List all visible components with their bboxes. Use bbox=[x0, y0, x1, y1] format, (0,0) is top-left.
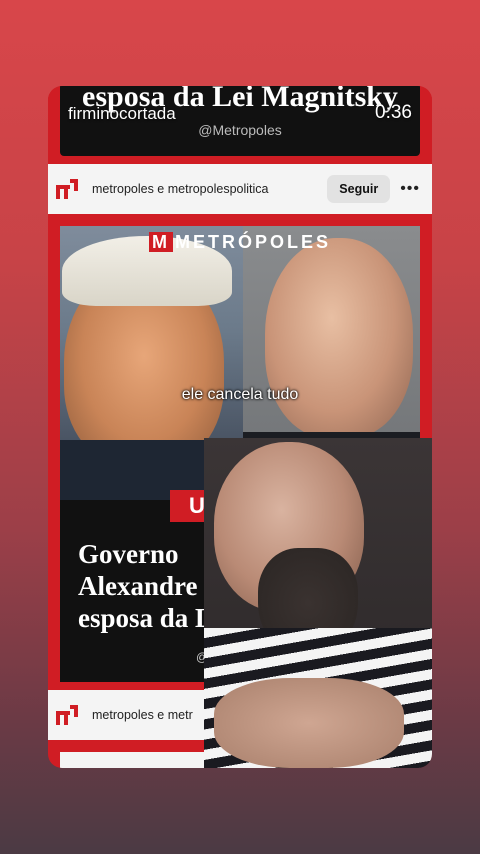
video-caption: ele cancela tudo bbox=[181, 386, 299, 403]
post-header: metropoles e metropolespolitica Seguir •… bbox=[48, 164, 432, 214]
metropoles-logo-icon[interactable] bbox=[56, 179, 78, 199]
follow-button[interactable]: Seguir bbox=[327, 175, 391, 203]
previous-post-strip: esposa da Lei Magnitsky @Metropoles bbox=[48, 86, 432, 164]
metropoles-logo-icon[interactable] bbox=[56, 705, 78, 725]
creator-handle[interactable]: firminocortada bbox=[68, 104, 176, 124]
metropoles-brand-label: M METRÓPOLES bbox=[60, 232, 420, 253]
video-timer: 0:36 bbox=[375, 102, 412, 123]
more-options-icon[interactable]: ••• bbox=[400, 180, 420, 198]
previous-post-handle: @Metropoles bbox=[198, 122, 282, 138]
post-account-names[interactable]: metropoles e metropolespolitica bbox=[92, 182, 327, 196]
creator-webcam-overlay bbox=[204, 438, 432, 768]
